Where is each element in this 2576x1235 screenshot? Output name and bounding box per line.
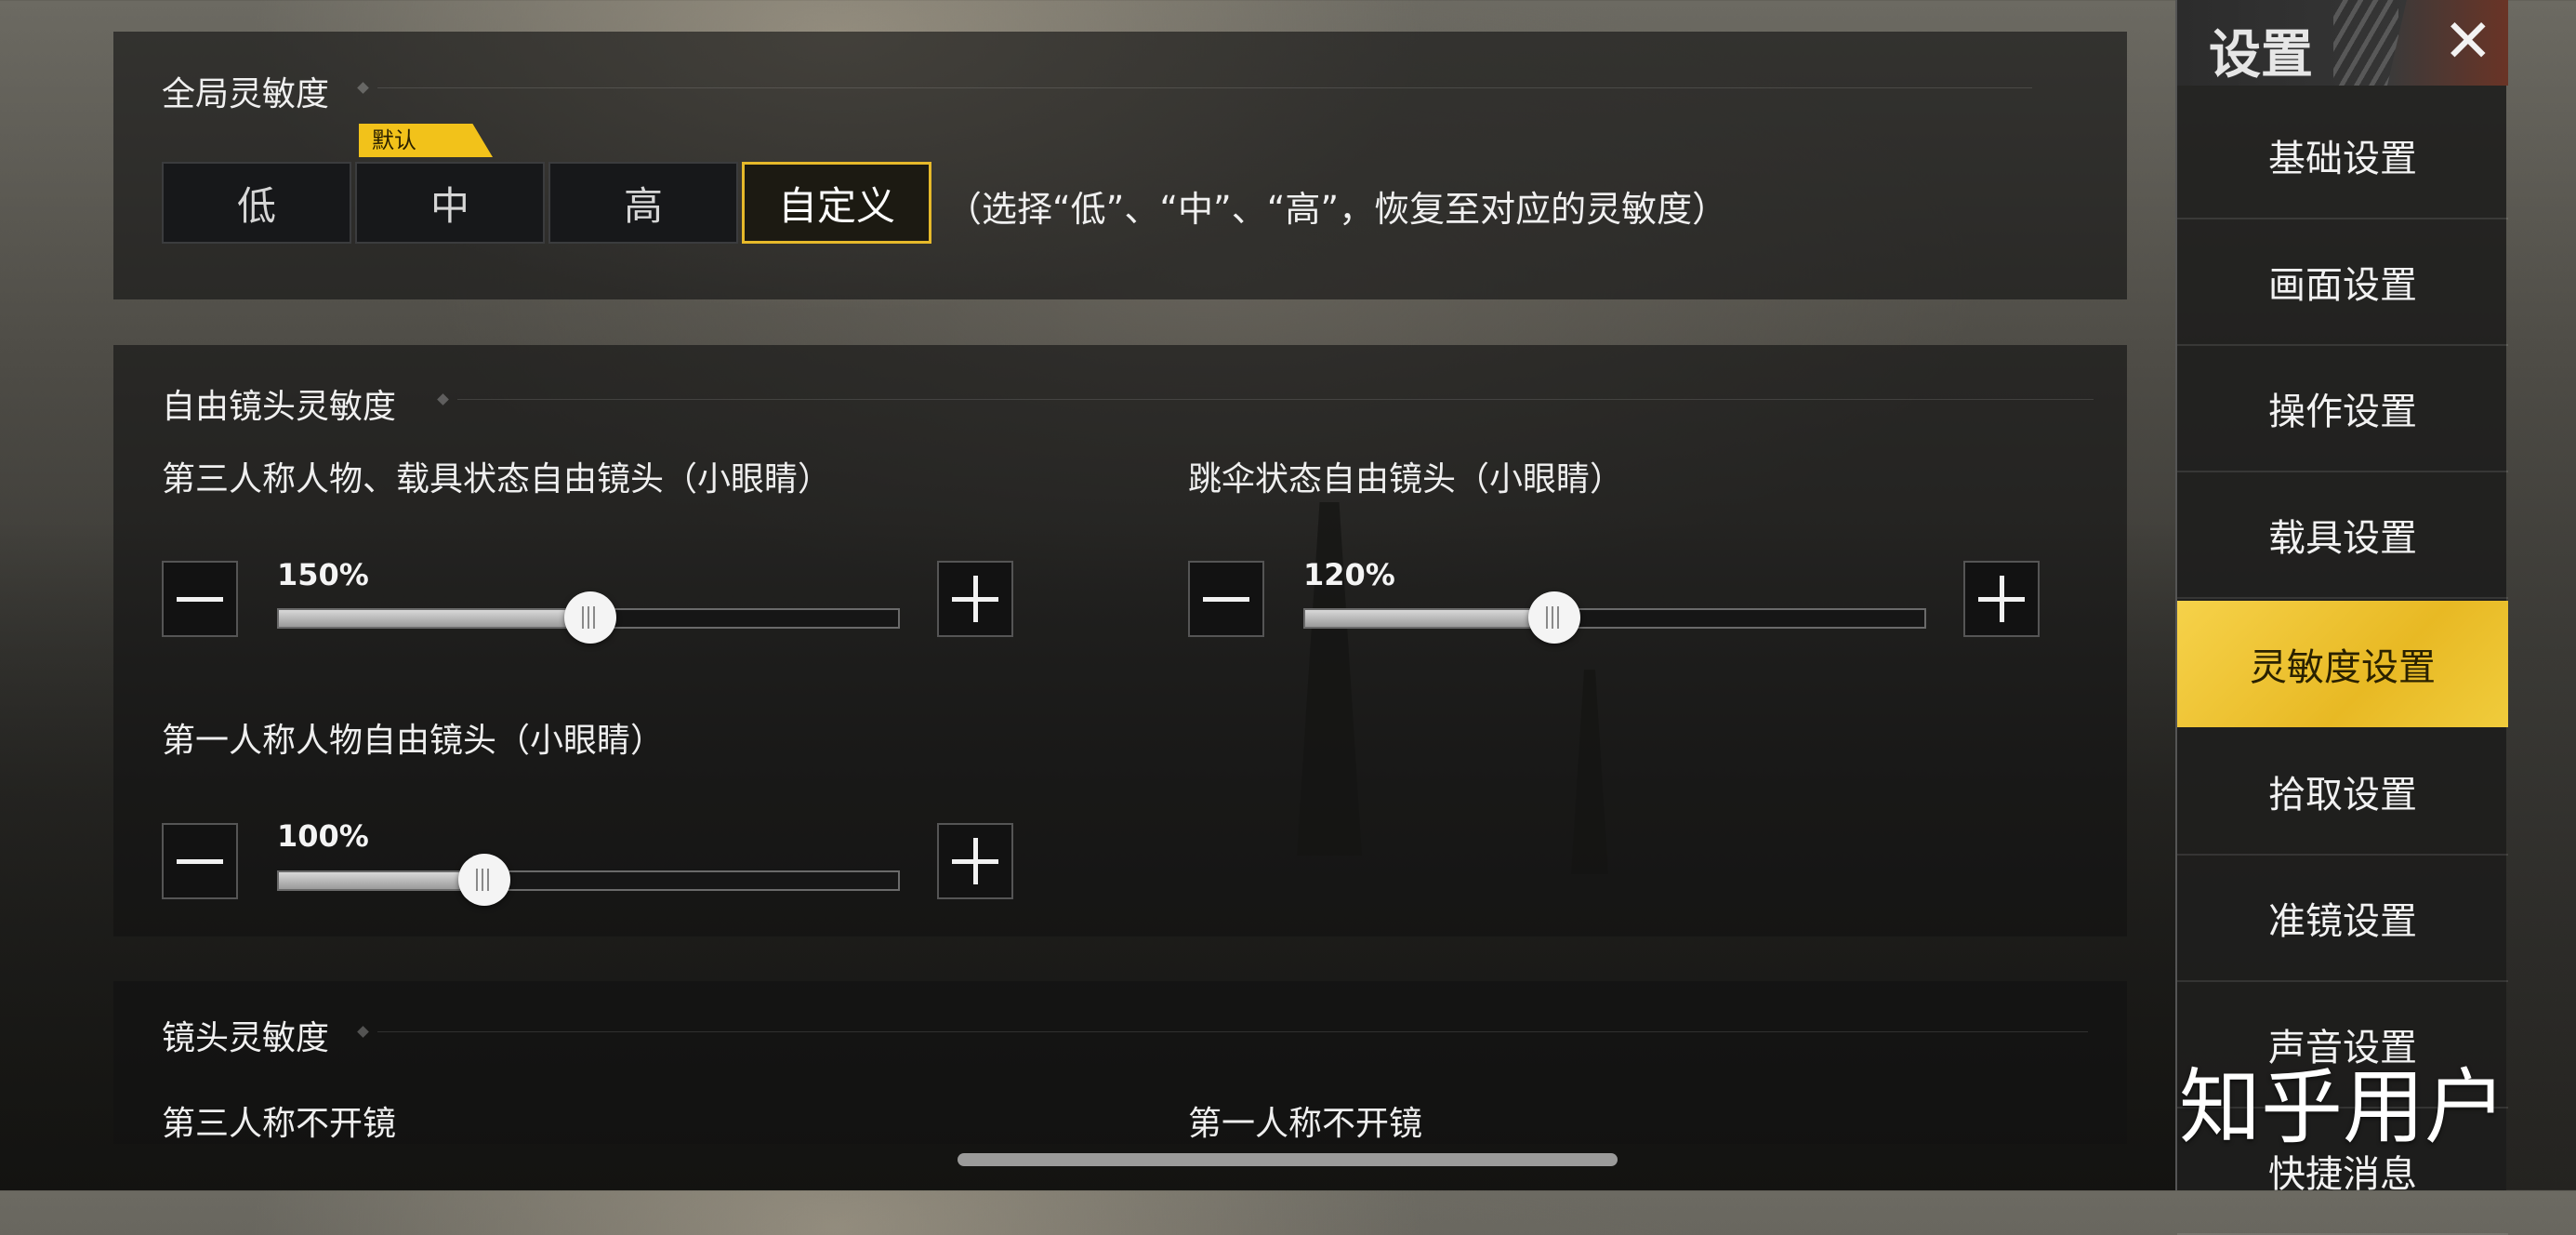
slider-label-first-person-free-look: 第一人称人物自由镜头（小眼睛） xyxy=(162,722,665,760)
scope-sensitivity-title: 镜头灵敏度 xyxy=(162,1019,330,1057)
home-indicator[interactable] xyxy=(958,1153,1618,1166)
menu-item-vehicle[interactable]: 载具设置 xyxy=(2177,472,2508,599)
sensitivity-option-medium[interactable]: 中 xyxy=(355,162,545,244)
free-camera-title: 自由镜头灵敏度 xyxy=(162,388,397,426)
close-icon: ✕ xyxy=(2443,7,2493,76)
menu-item-controls[interactable]: 操作设置 xyxy=(2177,346,2508,472)
menu-item-graphics[interactable]: 画面设置 xyxy=(2177,219,2508,346)
minus-icon xyxy=(177,597,223,602)
slider-track[interactable] xyxy=(277,854,900,906)
free-camera-panel: 自由镜头灵敏度 第三人称人物、载具状态自由镜头（小眼睛） 150% 跳伞状态自由… xyxy=(113,345,2127,936)
global-sensitivity-title: 全局灵敏度 xyxy=(162,75,330,113)
scope-label-third-person: 第三人称不开镜 xyxy=(162,1105,397,1143)
minus-icon xyxy=(177,859,223,864)
slider-value: 120% xyxy=(1303,557,1395,592)
menu-item-pickup[interactable]: 拾取设置 xyxy=(2177,729,2508,856)
close-button[interactable]: ✕ xyxy=(2387,0,2508,86)
menu-item-basic[interactable]: 基础设置 xyxy=(2177,93,2508,219)
menu-item-sensitivity[interactable]: 灵敏度设置 xyxy=(2177,601,2508,727)
increase-button[interactable] xyxy=(937,561,1013,637)
slider-track[interactable] xyxy=(1303,591,1926,644)
menu-header: 设置 ✕ xyxy=(2177,0,2508,86)
section-divider xyxy=(377,1031,2088,1032)
section-diamond-icon xyxy=(437,393,449,405)
scope-sensitivity-panel: 镜头灵敏度 第三人称不开镜 第一人称不开镜 xyxy=(113,981,2127,1144)
plus-icon xyxy=(2000,576,2004,622)
sensitivity-option-low[interactable]: 低 xyxy=(162,162,351,244)
minus-icon xyxy=(1203,597,1249,602)
slider-thumb[interactable] xyxy=(458,854,511,906)
slider-fill xyxy=(1305,610,1554,627)
slider-fill xyxy=(279,610,590,627)
increase-button[interactable] xyxy=(1963,561,2040,637)
slider-value: 100% xyxy=(277,818,369,854)
menu-item-scope[interactable]: 准镜设置 xyxy=(2177,856,2508,982)
decrease-button[interactable] xyxy=(162,823,238,899)
decrease-button[interactable] xyxy=(1188,561,1264,637)
plus-icon xyxy=(973,838,978,884)
menu-title: 设置 xyxy=(2209,25,2313,86)
plus-icon xyxy=(973,576,978,622)
decrease-button[interactable] xyxy=(162,561,238,637)
watermark: 知乎用户 xyxy=(2179,1059,2507,1155)
slider-thumb[interactable] xyxy=(1528,591,1580,644)
slider-label-third-person-free-look: 第三人称人物、载具状态自由镜头（小眼睛） xyxy=(162,460,832,498)
sensitivity-option-high[interactable]: 高 xyxy=(548,162,738,244)
slider-label-parachute-free-look: 跳伞状态自由镜头（小眼睛） xyxy=(1188,460,1624,498)
section-diamond-icon xyxy=(357,1026,369,1038)
sensitivity-option-custom[interactable]: 自定义 xyxy=(742,162,931,244)
section-divider xyxy=(377,87,2032,88)
default-badge: 默认 xyxy=(359,124,493,157)
slider-track[interactable] xyxy=(277,591,900,644)
settings-menu: 设置 ✕ 基础设置 画面设置 操作设置 载具设置 灵敏度设置 拾取设置 准镜设置… xyxy=(2175,0,2508,1235)
global-sensitivity-panel: 全局灵敏度 默认 低 中 高 自定义 （选择“低”、“中”、“高”，恢复至对应的… xyxy=(113,32,2127,299)
increase-button[interactable] xyxy=(937,823,1013,899)
section-divider xyxy=(457,399,2094,400)
slider-fill xyxy=(279,872,485,889)
slider-thumb[interactable] xyxy=(564,591,616,644)
slider-value: 150% xyxy=(277,557,369,592)
header-stripes xyxy=(2333,0,2398,86)
sensitivity-hint: （选择“低”、“中”、“高”，恢复至对应的灵敏度） xyxy=(946,189,1728,230)
section-diamond-icon xyxy=(357,82,369,94)
scope-label-first-person: 第一人称不开镜 xyxy=(1188,1105,1423,1143)
